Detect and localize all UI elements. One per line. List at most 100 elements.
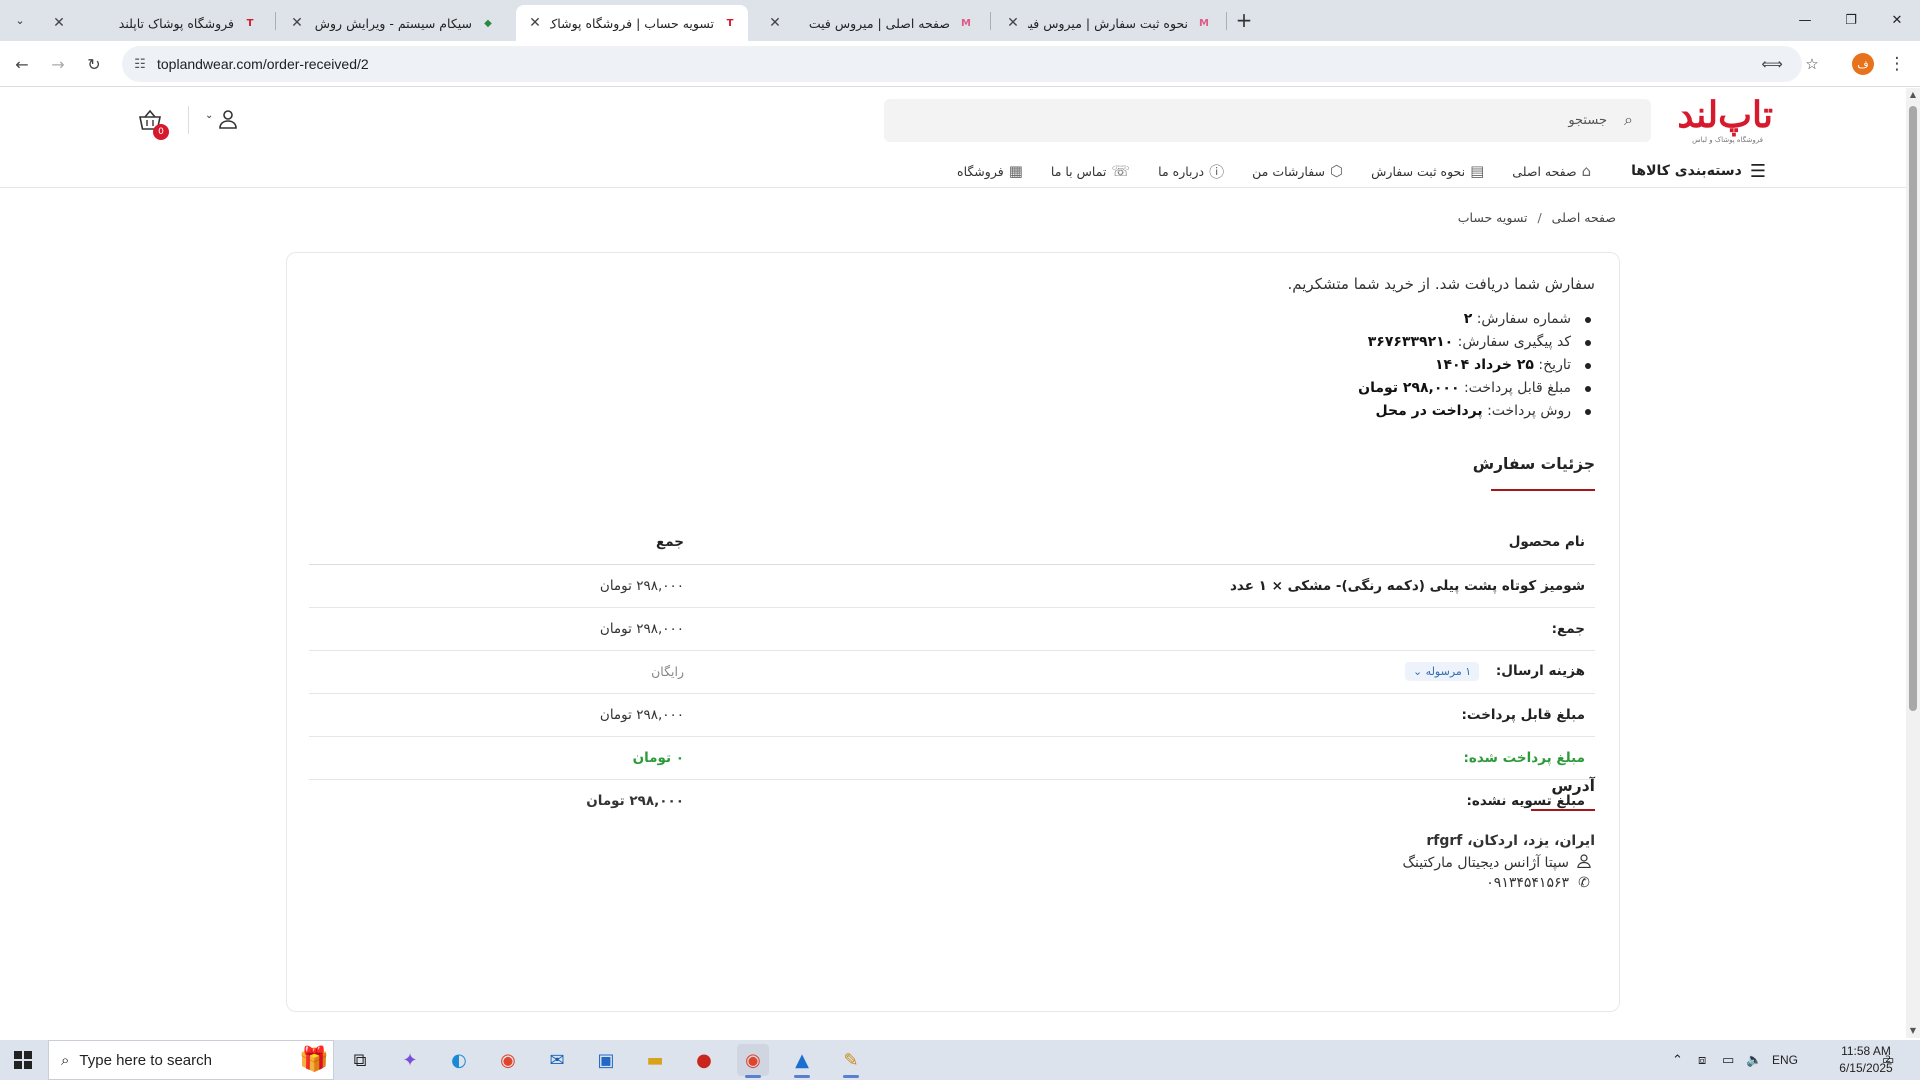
hamburger-menu-icon: ☰ [1749,160,1766,182]
address-bar[interactable]: ☷ toplandwear.com/order-received/2 ⟺ [122,46,1802,82]
subtotal-label: جمع: [694,607,1595,651]
nav-home[interactable]: ⌂ صفحه اصلی [1512,162,1591,180]
address-line: ایران، یزد، اردکان، rfgrf [1426,833,1595,849]
info-icon: ⓘ [1209,162,1225,181]
shipping-label: هزینه ارسال: [1495,663,1585,679]
page-scrollbar[interactable]: ▲ ▼ [1906,88,1920,1038]
payable-label: مبلغ قابل پرداخت: [694,693,1595,737]
nav-order-guide[interactable]: ▤ نحوه ثبت سفارش [1371,162,1484,180]
receipt-icon: ▤ [1470,162,1485,180]
user-menu-chevron-down-icon[interactable]: ⌄ [205,110,213,121]
close-tab-icon[interactable]: ✕ [1004,15,1022,31]
table-row: شومیز کوتاه پشت پیلی (دکمه رنگی)- مشکی ×… [309,564,1595,608]
column-header-total: جمع [309,521,694,565]
forward-arrow-icon[interactable]: → [44,50,72,78]
phone-icon: ✆ [1578,875,1590,891]
chrome-browser-icon[interactable]: ◉ [492,1044,524,1076]
unsettled-value: ۲۹۸,۰۰۰ تومان [586,792,684,809]
site-settings-icon[interactable]: ☷ [130,54,150,74]
bookmark-star-icon[interactable]: ☆ [1802,54,1822,74]
shipping-value: رایگان [309,650,694,694]
page-viewport: تاپ‌لند فروشگاه پوشاک و لباس ⌕ ⌄ 0 ☰ دست… [0,88,1906,1038]
browser-tab-sycom-system[interactable]: ◆ سیکام سیستم - ویرایش روش پرداخت ✕ [278,5,506,41]
meet-now-icon[interactable]: ⧈ [1698,1040,1706,1080]
edge-browser-icon[interactable]: ◐ [443,1044,475,1076]
address-heading: آدرس [1551,777,1595,795]
order-received-card: سفارش شما دریافت شد. از خرید شما متشکریم… [286,252,1620,1012]
browser-tab-mirosfit-order-guide[interactable]: M نحوه ثبت سفارش | میروس فیت ✕ [994,5,1222,41]
order-details-underline [1491,489,1595,491]
table-header-row: نام محصول جمع [309,521,1595,565]
file-explorer-icon[interactable]: ▬ [639,1044,671,1076]
browser-tab-topland-home[interactable]: T فروشگاه پوشاک تاپلند ✕ [40,5,268,41]
nav-contact-us[interactable]: ☏ تماس با ما [1051,162,1130,180]
site-search-input[interactable] [927,99,1607,142]
tab-separator [990,12,991,30]
browser-tab-checkout-active[interactable]: T تسویه حساب | فروشگاه پوشاک تاپلند ✕ [516,5,748,41]
minimize-window-icon[interactable]: — [1782,0,1828,41]
scroll-up-arrow-icon[interactable]: ▲ [1906,90,1920,99]
restore-window-icon[interactable]: ❐ [1828,0,1874,41]
order-payment-method-item: روش پرداخت: پرداخت در محل [1358,400,1595,423]
paint-app-icon[interactable]: ✎ [835,1044,867,1078]
browser-menu-kebab-icon[interactable]: ⋮ [1887,51,1907,77]
unsettled-label: مبلغ تسویه نشده: [1466,792,1585,809]
screen-recorder-icon[interactable]: ● [688,1044,720,1076]
chrome-profile-running-icon[interactable]: ◉ [737,1044,769,1078]
scroll-down-arrow-icon[interactable]: ▼ [1906,1026,1920,1035]
close-tab-icon[interactable]: ✕ [288,15,306,31]
new-tab-plus-icon[interactable]: + [1232,8,1256,32]
input-language-indicator[interactable]: ENG [1772,1040,1798,1080]
product-name-link[interactable]: شومیز کوتاه پشت پیلی (دکمه رنگی)- مشکی ×… [694,564,1595,608]
volume-icon[interactable]: 🔈 [1746,1040,1762,1080]
task-view-icon[interactable]: ⧉ [344,1044,376,1076]
photos-app-icon[interactable]: ▲ [786,1044,818,1078]
translate-icon[interactable]: ⟺ [1761,54,1783,74]
browser-tab-mirosfit-home[interactable]: M صفحه اصلی | میروس فیت ✕ [756,5,984,41]
taskbar-search-box[interactable]: ⌕ Type here to search 🎁 [48,1040,334,1080]
paid-label: مبلغ پرداخت شده: [694,736,1595,780]
cart-count-badge: 0 [153,124,169,140]
profile-avatar[interactable]: ف [1852,53,1874,75]
reload-icon[interactable]: ↻ [80,50,108,78]
box-icon: ⬡ [1330,162,1344,180]
nav-about-us[interactable]: ⓘ درباره ما [1158,161,1224,182]
tab-separator [1226,12,1227,30]
user-icon [1573,854,1595,872]
subtotal-value: ۲۹۸,۰۰۰ تومان [309,607,694,651]
nav-categories[interactable]: ☰ دسته‌بندی کالاها [1631,161,1766,182]
close-window-icon[interactable]: ✕ [1874,0,1920,41]
phone-row: ✆ ۰۹۱۳۴۵۴۱۵۶۳ [1486,875,1595,891]
table-row: مبلغ تسویه نشده: ۲۹۸,۰۰۰ تومان [309,779,1595,822]
copilot-icon[interactable]: ✦ [394,1044,426,1076]
shipment-count-dropdown[interactable]: ۱ مرسوله ⌄ [1404,662,1480,681]
show-hidden-icons-chevron-up-icon[interactable]: ⌃ [1672,1040,1683,1080]
network-icon[interactable]: ▭ [1722,1040,1734,1080]
address-bar-url[interactable]: toplandwear.com/order-received/2 [157,56,369,72]
table-row: جمع: ۲۹۸,۰۰۰ تومان [309,607,1595,651]
topland-logo[interactable]: تاپ‌لند فروشگاه پوشاک و لباس [1663,94,1774,148]
microsoft-store-icon[interactable]: ▣ [590,1044,622,1076]
nav-my-orders[interactable]: ⬡ سفارشات من [1252,162,1343,180]
outlook-icon[interactable]: ✉ [541,1044,573,1076]
close-tab-icon[interactable]: ✕ [766,15,784,31]
address-underline [1531,809,1595,811]
breadcrumb: صفحه اصلی / تسویه حساب [1458,210,1616,225]
close-tab-icon[interactable]: ✕ [50,15,68,31]
close-tab-icon[interactable]: ✕ [526,15,544,31]
tab-search-dropdown-icon[interactable]: ⌄ [8,8,32,32]
store-icon: ▦ [1008,162,1023,180]
order-number-item: شماره سفارش: ۲ [1358,308,1595,331]
windows-start-icon[interactable] [0,1040,46,1080]
header-bottom-divider [0,187,1906,188]
order-details-table: نام محصول جمع شومیز کوتاه پشت پیلی (دکمه… [309,521,1595,822]
order-tracking-code-item: کد پیگیری سفارش: ۳۶۷۶۳۳۹۲۱۰ [1358,331,1595,354]
search-icon[interactable]: ⌕ [1624,110,1633,130]
breadcrumb-home-link[interactable]: صفحه اصلی [1552,210,1616,225]
scrollbar-thumb[interactable] [1909,106,1917,711]
notifications-icon[interactable]: ▭ 2 [1882,1040,1894,1080]
user-account-icon[interactable] [216,107,240,131]
back-arrow-icon[interactable]: ← [8,50,36,78]
nav-shop[interactable]: ▦ فروشگاه [957,162,1023,180]
main-navigation: ☰ دسته‌بندی کالاها ⌂ صفحه اصلی ▤ نحوه ثب… [929,158,1766,184]
